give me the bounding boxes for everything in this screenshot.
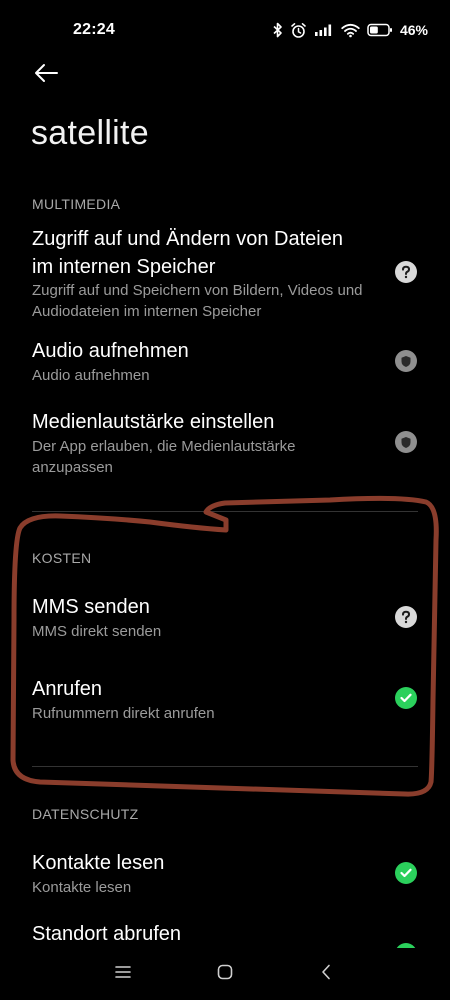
wifi-icon (341, 23, 360, 38)
permission-title: Zugriff auf und Ändern von Dateien (32, 228, 343, 250)
permission-subtitle: Zugriff auf und Speichern von Bildern, V… (32, 282, 363, 299)
permission-title: MMS senden (32, 596, 150, 618)
permission-row-send-mms[interactable]: MMS senden MMS direkt senden (0, 592, 450, 648)
status-bar: 22:24 46% (0, 0, 450, 60)
battery-icon (367, 23, 393, 37)
alarm-icon (290, 22, 307, 39)
section-header-multimedia: MULTIMEDIA (32, 196, 121, 212)
permission-row-record-audio[interactable]: Audio aufnehmen Audio aufnehmen (0, 336, 450, 392)
permission-row-phone-calls[interactable]: Anrufen Rufnummern direkt anrufen (0, 674, 450, 730)
section-divider (32, 511, 418, 512)
permission-subtitle: Kontakte lesen (32, 879, 132, 896)
signal-icon (314, 23, 334, 37)
checkmark-icon (395, 862, 417, 884)
section-divider (32, 766, 418, 767)
permission-row-read-contacts[interactable]: Kontakte lesen Kontakte lesen (0, 848, 450, 904)
checkmark-icon (395, 943, 417, 948)
permission-row-location[interactable]: Standort abrufen (0, 920, 450, 948)
shield-icon (395, 431, 417, 453)
permission-subtitle: anzupassen (32, 459, 113, 476)
page-title: satellite (31, 114, 149, 152)
permission-row-file-access[interactable]: Zugriff auf und Ändern von Dateien im in… (0, 222, 450, 324)
arrow-left-icon (33, 63, 59, 88)
back-chevron-icon (321, 964, 331, 985)
back-button[interactable] (28, 58, 64, 92)
permission-title: Kontakte lesen (32, 852, 165, 874)
navigation-bar (0, 950, 450, 1000)
permission-subtitle: Rufnummern direkt anrufen (32, 705, 215, 722)
permission-subtitle: Audio aufnehmen (32, 367, 150, 384)
permission-subtitle: Audiodateien im internen Speicher (32, 303, 262, 320)
permission-title: Medienlautstärke einstellen (32, 411, 275, 433)
question-icon (395, 606, 417, 628)
permission-subtitle: Der App erlauben, die Medienlautstärke (32, 438, 296, 455)
permission-title: im internen Speicher (32, 256, 216, 278)
home-icon (217, 964, 233, 985)
permission-title: Standort abrufen (32, 923, 181, 945)
status-icons: 46% (273, 19, 428, 41)
battery-percentage: 46% (399, 22, 428, 38)
permission-row-media-volume[interactable]: Medienlautstärke einstellen Der App erla… (0, 407, 450, 483)
permission-subtitle: MMS direkt senden (32, 623, 162, 640)
section-header-kosten: KOSTEN (32, 550, 92, 566)
permission-title: Audio aufnehmen (32, 340, 189, 362)
shield-icon (395, 350, 417, 372)
permission-title: Anrufen (32, 678, 103, 700)
question-icon (395, 261, 417, 283)
menu-icon (115, 965, 131, 984)
back-nav-button[interactable] (311, 962, 341, 986)
section-header-datenschutz: DATENSCHUTZ (32, 806, 139, 822)
checkmark-icon (395, 687, 417, 709)
clock: 22:24 (73, 21, 115, 38)
recents-button[interactable] (108, 962, 138, 986)
home-button[interactable] (210, 962, 240, 986)
bluetooth-icon (273, 22, 283, 38)
